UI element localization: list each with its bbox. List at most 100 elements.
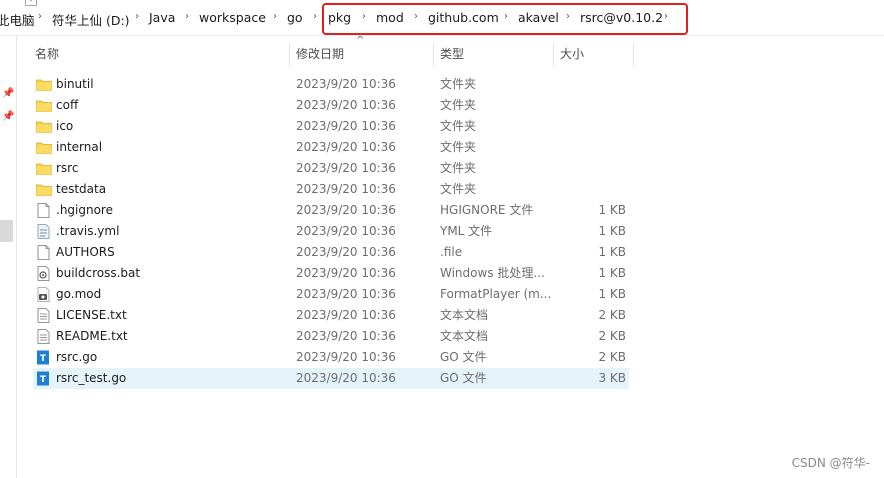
column-header-type[interactable]: 类型 bbox=[436, 43, 552, 67]
file-modified-date: 2023/9/20 10:36 bbox=[296, 245, 396, 259]
file-modified-date: 2023/9/20 10:36 bbox=[296, 371, 396, 385]
chevron-right-icon[interactable]: › bbox=[313, 11, 317, 22]
file-type: 文件夹 bbox=[440, 77, 477, 91]
file-type: 文件夹 bbox=[440, 182, 477, 196]
file-name: rsrc_test.go bbox=[56, 371, 127, 385]
file-size: 1 KB bbox=[598, 224, 626, 238]
breadcrumb-item[interactable]: 符华上仙 (D:) bbox=[52, 10, 130, 29]
file-size bbox=[573, 137, 626, 158]
file-size: 2 KB bbox=[598, 329, 626, 343]
chevron-right-icon[interactable]: › bbox=[566, 11, 570, 22]
chevron-right-icon[interactable]: › bbox=[362, 11, 366, 22]
file-row[interactable]: Trsrc.go 2023/9/20 10:36 GO 文件 2 KB bbox=[33, 347, 629, 368]
file-modified-date: 2023/9/20 10:36 bbox=[296, 182, 396, 196]
file-row[interactable]: binutil 2023/9/20 10:36 文件夹 bbox=[33, 74, 629, 95]
breadcrumb-item[interactable]: pkg bbox=[328, 10, 351, 25]
chevron-right-icon[interactable]: › bbox=[504, 11, 508, 22]
file-name: .hgignore bbox=[56, 203, 113, 217]
file-modified-date: 2023/9/20 10:36 bbox=[296, 350, 396, 364]
file-icon bbox=[36, 245, 52, 260]
file-type: GO 文件 bbox=[440, 350, 487, 364]
breadcrumb-item[interactable]: go bbox=[287, 10, 303, 25]
file-name: go.mod bbox=[56, 287, 102, 301]
pin-icon[interactable]: 📌 bbox=[2, 111, 14, 122]
go-file-icon: T bbox=[36, 350, 52, 365]
yml-file-icon bbox=[36, 224, 52, 239]
text-file-icon bbox=[36, 329, 52, 344]
media-file-icon bbox=[36, 287, 52, 302]
pin-icon[interactable]: 📌 bbox=[2, 88, 14, 99]
watermark: CSDN @符华- bbox=[791, 456, 870, 470]
folder-icon bbox=[36, 182, 52, 197]
chevron-right-icon[interactable]: › bbox=[273, 11, 277, 22]
file-row[interactable]: Trsrc_test.go 2023/9/20 10:36 GO 文件 3 KB bbox=[33, 368, 629, 389]
column-header-name[interactable]: 名称 bbox=[31, 43, 289, 67]
svg-text:T: T bbox=[40, 375, 47, 385]
column-header-size[interactable]: 大小 bbox=[556, 43, 632, 67]
file-name: buildcross.bat bbox=[56, 266, 141, 280]
column-header-date[interactable]: 修改日期 bbox=[292, 43, 432, 67]
bat-file-icon bbox=[36, 266, 52, 281]
file-modified-date: 2023/9/20 10:36 bbox=[296, 77, 396, 91]
breadcrumb-item[interactable]: akavel bbox=[518, 10, 559, 25]
file-row[interactable]: AUTHORS 2023/9/20 10:36 .file 1 KB bbox=[33, 242, 629, 263]
file-size bbox=[573, 179, 626, 200]
address-bar[interactable]: v 此电脑›符华上仙 (D:)›Java›workspace›go›pkg›mo… bbox=[0, 0, 884, 36]
chevron-right-icon[interactable]: › bbox=[664, 11, 668, 22]
file-size bbox=[573, 74, 626, 95]
chevron-right-icon[interactable]: › bbox=[185, 11, 189, 22]
file-name: binutil bbox=[56, 77, 94, 91]
column-divider[interactable] bbox=[633, 43, 634, 67]
file-name: rsrc bbox=[56, 161, 79, 175]
file-modified-date: 2023/9/20 10:36 bbox=[296, 161, 396, 175]
breadcrumb-item[interactable]: 此电脑 bbox=[0, 10, 35, 29]
file-row[interactable]: rsrc 2023/9/20 10:36 文件夹 bbox=[33, 158, 629, 179]
svg-text:T: T bbox=[40, 354, 47, 364]
column-divider[interactable] bbox=[289, 43, 290, 67]
nav-selected-item[interactable] bbox=[0, 220, 13, 242]
folder-icon bbox=[36, 77, 52, 92]
column-divider[interactable] bbox=[433, 43, 434, 67]
file-type: 文件夹 bbox=[440, 98, 477, 112]
chevron-right-icon[interactable]: › bbox=[135, 11, 139, 22]
chevron-right-icon[interactable]: › bbox=[38, 11, 42, 22]
file-row[interactable]: internal 2023/9/20 10:36 文件夹 bbox=[33, 137, 629, 158]
file-row[interactable]: buildcross.bat 2023/9/20 10:36 Windows 批处理… bbox=[33, 263, 629, 284]
column-divider[interactable] bbox=[553, 43, 554, 67]
breadcrumb-item[interactable]: Java bbox=[149, 10, 175, 25]
file-type: 文件夹 bbox=[440, 119, 477, 133]
file-name: coff bbox=[56, 98, 79, 112]
file-type: FormatPlayer (m... bbox=[440, 287, 552, 301]
file-name: rsrc.go bbox=[56, 350, 98, 364]
file-row[interactable]: .travis.yml 2023/9/20 10:36 YML 文件 1 KB bbox=[33, 221, 629, 242]
file-row[interactable]: go.mod 2023/9/20 10:36 FormatPlayer (m... 1… bbox=[33, 284, 629, 305]
folder-icon bbox=[36, 98, 52, 113]
file-type: YML 文件 bbox=[440, 224, 493, 238]
file-modified-date: 2023/9/20 10:36 bbox=[296, 266, 396, 280]
breadcrumb-item[interactable]: rsrc@v0.10.2 bbox=[580, 10, 663, 25]
file-modified-date: 2023/9/20 10:36 bbox=[296, 308, 396, 322]
breadcrumb-item[interactable]: github.com bbox=[428, 10, 499, 25]
file-size: 2 KB bbox=[598, 308, 626, 322]
file-row[interactable]: .hgignore 2023/9/20 10:36 HGIGNORE 文件 1 KB bbox=[33, 200, 629, 221]
file-name: .travis.yml bbox=[56, 224, 120, 238]
breadcrumb-item[interactable]: workspace bbox=[199, 10, 266, 25]
dropdown-mark-icon: v bbox=[25, 0, 37, 6]
folder-icon bbox=[36, 140, 52, 155]
chevron-right-icon[interactable]: › bbox=[414, 11, 418, 22]
navigation-pane: 📌 📌 bbox=[0, 35, 17, 478]
folder-icon bbox=[36, 119, 52, 134]
file-name: README.txt bbox=[56, 329, 128, 343]
file-type: GO 文件 bbox=[440, 371, 487, 385]
file-row[interactable]: coff 2023/9/20 10:36 文件夹 bbox=[33, 95, 629, 116]
file-row[interactable]: README.txt 2023/9/20 10:36 文本文档 2 KB bbox=[33, 326, 629, 347]
file-row[interactable]: testdata 2023/9/20 10:36 文件夹 bbox=[33, 179, 629, 200]
go-file-icon: T bbox=[36, 371, 52, 386]
file-row[interactable]: ico 2023/9/20 10:36 文件夹 bbox=[33, 116, 629, 137]
file-row[interactable]: LICENSE.txt 2023/9/20 10:36 文本文档 2 KB bbox=[33, 305, 629, 326]
file-modified-date: 2023/9/20 10:36 bbox=[296, 119, 396, 133]
file-type: 文本文档 bbox=[440, 329, 489, 343]
breadcrumb-item[interactable]: mod bbox=[376, 10, 404, 25]
text-file-icon bbox=[36, 308, 52, 323]
file-name: internal bbox=[56, 140, 103, 154]
